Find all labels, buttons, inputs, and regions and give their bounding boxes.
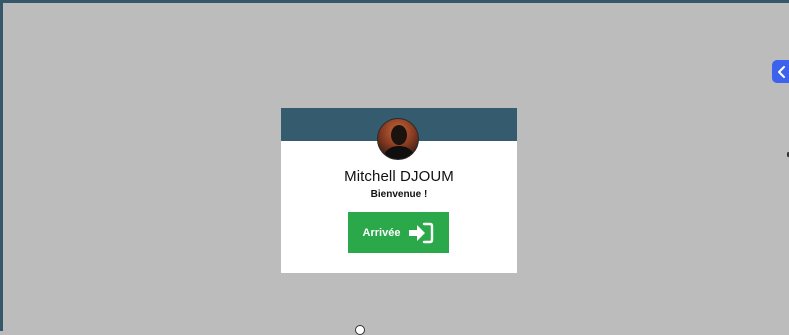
chevron-left-icon [778, 65, 785, 78]
avatar [377, 118, 419, 160]
side-panel-toggle-button[interactable] [772, 60, 789, 83]
arrival-button[interactable]: Arrivée [348, 212, 449, 253]
resize-handle[interactable] [355, 325, 365, 335]
avatar-photo [382, 125, 416, 159]
window-top-border [0, 0, 789, 3]
window-left-border [0, 0, 3, 331]
sign-in-icon [409, 222, 434, 243]
welcome-message: Bienvenue ! [370, 189, 428, 200]
arrival-button-label: Arrivée [362, 226, 401, 239]
welcome-card: Mitchell DJOUM Bienvenue ! Arrivée [281, 108, 517, 273]
user-name: Mitchell DJOUM [344, 168, 454, 185]
